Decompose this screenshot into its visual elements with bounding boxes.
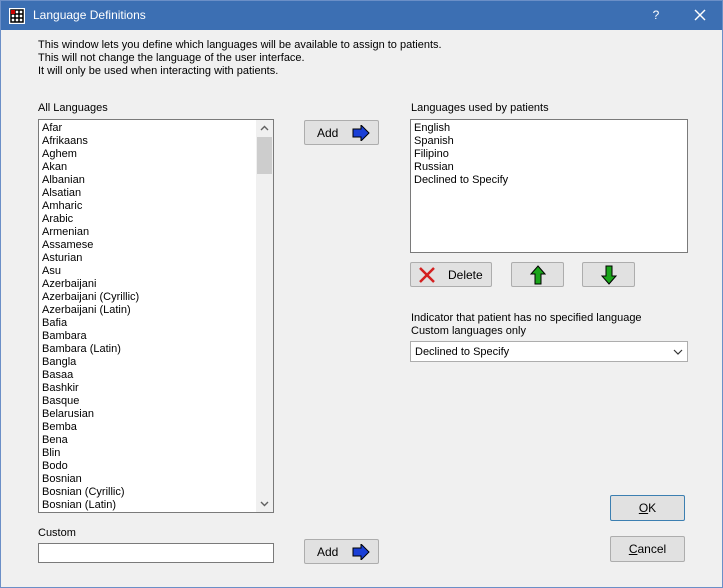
add-button-label: Add	[317, 544, 339, 559]
list-item[interactable]: Bena	[42, 434, 139, 447]
list-item[interactable]: Bangla	[42, 356, 139, 369]
list-item[interactable]: Bodo	[42, 460, 139, 473]
select-value: Declined to Specify	[415, 346, 510, 358]
list-item[interactable]: Bemba	[42, 421, 139, 434]
all-languages-list[interactable]: Afar Afrikaans Aghem Akan Albanian Alsatian Am…	[38, 119, 274, 513]
cancel-button-label: Cancel	[611, 537, 684, 561]
list-item[interactable]: Asu	[42, 265, 139, 278]
description: This window lets you define which langua…	[38, 39, 442, 78]
indicator-label-line: Custom languages only	[411, 325, 526, 337]
ok-label-mnemonic: O	[638, 501, 649, 515]
custom-label: Custom	[38, 527, 76, 539]
list-item[interactable]: Bosnian (Cyrillic)	[42, 486, 139, 499]
list-item[interactable]: Belarusian	[42, 408, 139, 421]
add-button-label: Add	[317, 125, 339, 140]
list-item[interactable]: Filipino	[414, 148, 508, 161]
list-item[interactable]: Afar	[42, 122, 139, 135]
list-item[interactable]: Armenian	[42, 226, 139, 239]
list-item[interactable]: Azerbaijani	[42, 278, 139, 291]
list-item[interactable]: Amharic	[42, 200, 139, 213]
right-arrow-icon	[352, 125, 370, 141]
delete-button[interactable]: Delete	[410, 262, 492, 287]
add-custom-button[interactable]: Add	[304, 539, 379, 564]
list-item[interactable]: Basaa	[42, 369, 139, 382]
red-x-icon	[419, 267, 435, 283]
list-item[interactable]: Bosnian (Latin)	[42, 499, 139, 512]
right-arrow-icon	[352, 544, 370, 560]
patient-languages-list[interactable]: English Spanish Filipino Russian Declined to…	[410, 119, 688, 253]
description-line: This will not change the language of the…	[38, 52, 305, 64]
list-item[interactable]: Azerbaijani (Cyrillic)	[42, 291, 139, 304]
language-definitions-window: Language Definitions ? This window lets …	[0, 0, 723, 588]
scroll-thumb[interactable]	[257, 137, 272, 174]
scroll-down-icon[interactable]	[256, 495, 273, 512]
list-item[interactable]: Declined to Specify	[414, 174, 508, 187]
patient-languages-label: Languages used by patients	[411, 102, 549, 114]
vertical-scrollbar[interactable]	[256, 120, 273, 512]
help-button[interactable]: ?	[649, 8, 663, 22]
up-arrow-icon	[530, 265, 546, 285]
custom-language-field[interactable]	[38, 543, 274, 563]
list-item[interactable]: Arabic	[42, 213, 139, 226]
list-item[interactable]: Assamese	[42, 239, 139, 252]
all-languages-items: Afar Afrikaans Aghem Akan Albanian Alsatian Am…	[42, 122, 139, 512]
move-down-button[interactable]	[582, 262, 635, 287]
down-arrow-icon	[601, 265, 617, 285]
list-item[interactable]: Spanish	[414, 135, 508, 148]
list-item[interactable]: Basque	[42, 395, 139, 408]
description-line: It will only be used when interacting wi…	[38, 65, 279, 77]
list-item[interactable]: Bashkir	[42, 382, 139, 395]
list-item[interactable]: Azerbaijani (Latin)	[42, 304, 139, 317]
patient-languages-items: English Spanish Filipino Russian Declined to…	[414, 122, 508, 187]
chevron-down-icon	[673, 349, 683, 355]
close-icon[interactable]	[691, 6, 709, 24]
description-line: This window lets you define which langua…	[38, 39, 442, 51]
ok-label-rest: K	[648, 501, 657, 515]
list-item[interactable]: Russian	[414, 161, 508, 174]
title-bar: Language Definitions ?	[1, 1, 722, 30]
list-item[interactable]: Bambara	[42, 330, 139, 343]
delete-button-label: Delete	[448, 267, 483, 282]
scroll-up-icon[interactable]	[256, 120, 273, 137]
window-title: Language Definitions	[33, 8, 146, 22]
list-item[interactable]: English	[414, 122, 508, 135]
dialog-body: This window lets you define which langua…	[1, 30, 722, 587]
move-up-button[interactable]	[511, 262, 564, 287]
ok-button[interactable]: OK	[610, 495, 685, 521]
list-item[interactable]: Bosnian	[42, 473, 139, 486]
list-item[interactable]: Blin	[42, 447, 139, 460]
list-item[interactable]: Alsatian	[42, 187, 139, 200]
grid-icon	[9, 8, 25, 24]
list-item[interactable]: Albanian	[42, 174, 139, 187]
indicator-label: Indicator that patient has no specified …	[411, 312, 642, 338]
list-item[interactable]: Aghem	[42, 148, 139, 161]
cancel-button[interactable]: Cancel	[610, 536, 685, 562]
list-item[interactable]: Afrikaans	[42, 135, 139, 148]
list-item[interactable]: Bafia	[42, 317, 139, 330]
list-item[interactable]: Akan	[42, 161, 139, 174]
list-item[interactable]: Bambara (Latin)	[42, 343, 139, 356]
cancel-label-mnemonic: C	[628, 542, 638, 556]
all-languages-label: All Languages	[38, 102, 108, 114]
cancel-label-rest: ancel	[637, 542, 667, 556]
indicator-label-line: Indicator that patient has no specified …	[411, 312, 642, 324]
no-language-indicator-select[interactable]: Declined to Specify	[410, 341, 688, 362]
list-item[interactable]: Asturian	[42, 252, 139, 265]
ok-button-label: OK	[611, 496, 684, 520]
add-button[interactable]: Add	[304, 120, 379, 145]
